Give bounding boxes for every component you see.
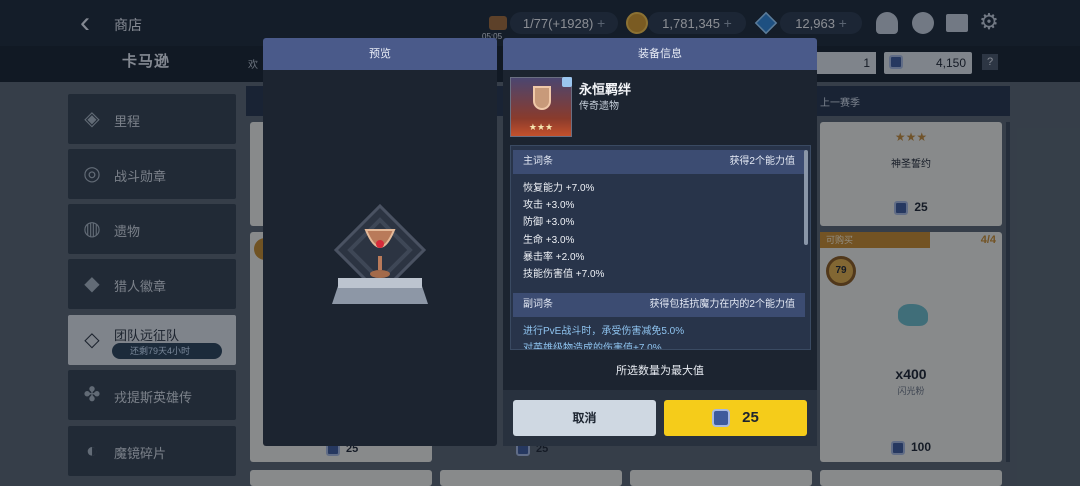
main-stat-header: 主词条 获得2个能力值	[513, 150, 805, 174]
main-stat-line: 技能伤害值 +7.0%	[523, 269, 605, 280]
rarity-stars: ★★★	[528, 122, 554, 132]
preview-title: 预览	[263, 38, 497, 70]
equipment-info-title: 装备信息	[503, 38, 817, 70]
main-stat-line: 生命 +3.0%	[523, 235, 575, 246]
info-tag-icon	[562, 77, 572, 87]
main-stat-line: 恢复能力 +7.0%	[523, 183, 595, 194]
sub-stat-note: 获得包括抗魔力在内的2个能力值	[649, 299, 795, 310]
cancel-button[interactable]: 取消	[513, 400, 656, 436]
buy-button[interactable]: 25	[664, 400, 807, 436]
attribute-scrollbar[interactable]	[804, 150, 808, 245]
main-stat-line: 暴击率 +2.0%	[523, 252, 585, 263]
sub-stat-label: 副词条	[523, 299, 553, 310]
main-stat-note: 获得2个能力值	[729, 156, 795, 167]
item-type: 传奇遗物	[579, 101, 619, 112]
main-stat-line: 攻击 +3.0%	[523, 200, 575, 211]
chalice-icon	[533, 86, 551, 110]
medal-currency-icon	[712, 409, 731, 428]
main-stat-label: 主词条	[523, 156, 553, 167]
attribute-list[interactable]: 主词条 获得2个能力值 恢复能力 +7.0% 攻击 +3.0% 防御 +3.0%…	[510, 145, 811, 350]
item-name: 永恒羁绊	[579, 82, 632, 97]
buy-price: 25	[742, 409, 759, 426]
sub-stat-line: 进行PvE战斗时，承受伤害减免5.0%	[523, 326, 685, 337]
max-quantity-message: 所选数量为最大值	[616, 365, 704, 377]
sub-stat-line: 对英雄级物造成的伤害值+7.0%	[523, 343, 662, 349]
main-stat-line: 防御 +3.0%	[523, 217, 575, 228]
relic-preview-image	[330, 200, 430, 304]
sub-stat-header: 副词条 获得包括抗魔力在内的2个能力值	[513, 293, 805, 317]
